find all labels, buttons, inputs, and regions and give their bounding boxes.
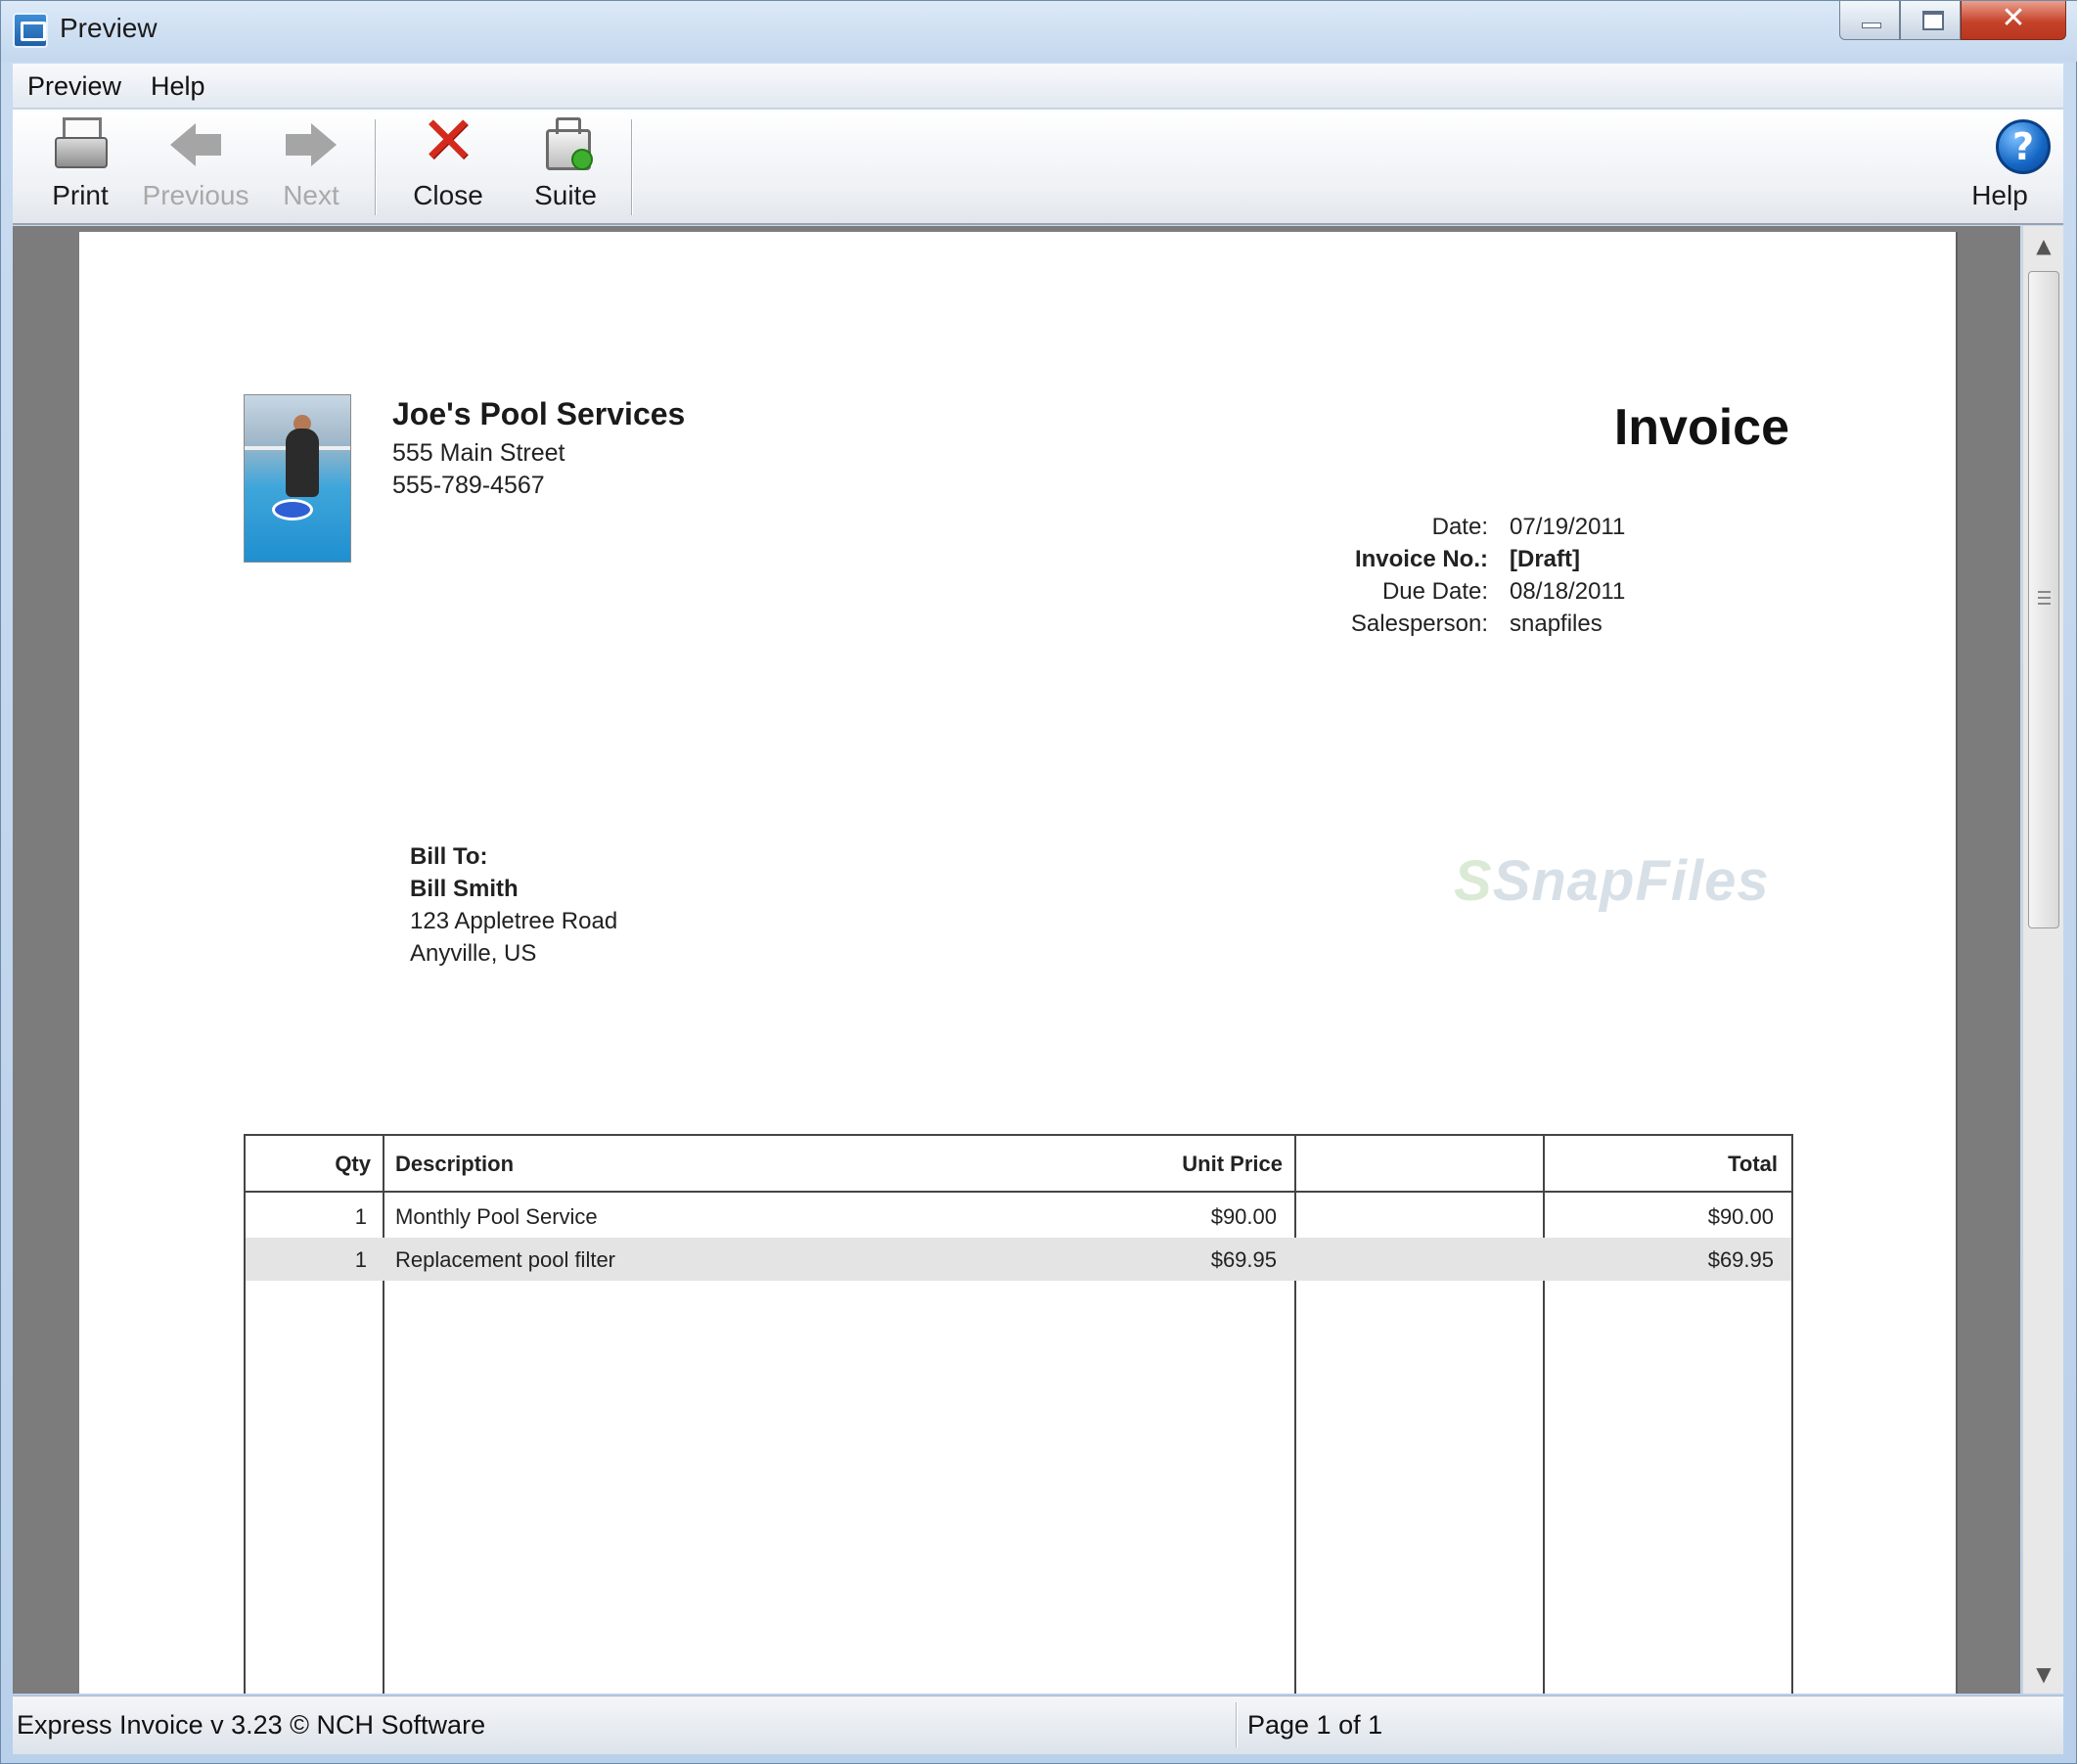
meta-value: snapfiles xyxy=(1510,611,1603,637)
cell-unit-price: $69.95 xyxy=(1210,1247,1277,1272)
scroll-thumb[interactable] xyxy=(2028,271,2059,928)
company-phone: 555-789-4567 xyxy=(392,472,545,499)
cell-unit-price: $90.00 xyxy=(1210,1204,1277,1229)
close-label: Close xyxy=(413,180,483,210)
close-button[interactable]: ✕ Close xyxy=(394,103,502,219)
invoice-meta: Date: 07/19/2011 Invoice No.: [Draft] Du… xyxy=(1253,514,1795,643)
next-label: Next xyxy=(283,180,339,210)
bill-to-name: Bill Smith xyxy=(410,876,519,902)
meta-row-invoice-no: Invoice No.: [Draft] xyxy=(1253,546,1795,578)
cell-description: Monthly Pool Service xyxy=(395,1204,598,1229)
header-qty: Qty xyxy=(335,1152,371,1176)
company-name: Joe's Pool Services xyxy=(392,396,686,431)
table-row: 1 Replacement pool filter $69.95 $69.95 xyxy=(246,1238,1791,1281)
arrow-right-icon xyxy=(282,115,340,174)
meta-row-date: Date: 07/19/2011 xyxy=(1253,514,1795,546)
window-close-button[interactable]: ✕ xyxy=(1961,1,2066,40)
print-label: Print xyxy=(52,180,109,210)
title-bar: Preview ✕ xyxy=(1,1,2077,62)
arrow-left-icon xyxy=(166,115,225,174)
company-logo-photo xyxy=(244,394,351,563)
briefcase-icon xyxy=(536,115,595,174)
previous-label: Previous xyxy=(142,180,249,210)
toolbar-separator xyxy=(631,119,633,215)
help-label: Help xyxy=(1971,180,2028,210)
menu-bar: Preview Help xyxy=(13,64,2063,109)
bill-to-heading: Bill To: xyxy=(410,843,488,870)
toolbar: Print Previous Next ✕ Close Suite ? Help xyxy=(13,103,2063,225)
meta-label: Salesperson: xyxy=(1350,611,1488,637)
app-icon xyxy=(13,13,48,48)
print-button[interactable]: Print xyxy=(26,115,134,219)
meta-value: 07/19/2011 xyxy=(1510,514,1626,540)
question-mark-icon: ? xyxy=(1970,115,2051,174)
line-items-table: Qty Description Unit Price Total 1 Month… xyxy=(244,1134,1793,1694)
meta-row-salesperson: Salesperson: snapfiles xyxy=(1253,611,1795,643)
status-divider xyxy=(1236,1702,1238,1747)
header-total: Total xyxy=(1728,1152,1778,1176)
minimize-button[interactable] xyxy=(1839,1,1900,40)
next-button[interactable]: Next xyxy=(257,115,365,219)
meta-value: 08/18/2011 xyxy=(1510,578,1626,605)
maximize-button[interactable] xyxy=(1900,1,1961,40)
header-description: Description xyxy=(395,1152,515,1176)
cell-qty: 1 xyxy=(354,1204,367,1229)
bill-to-address-line1: 123 Appletree Road xyxy=(410,908,618,934)
cell-total: $69.95 xyxy=(1707,1247,1774,1272)
cell-total: $90.00 xyxy=(1707,1204,1774,1229)
preview-window: Preview ✕ Preview Help Print Previous Ne… xyxy=(0,0,2077,1764)
meta-label: Date: xyxy=(1431,514,1488,540)
window-title: Preview xyxy=(60,13,158,43)
printer-icon xyxy=(51,115,110,174)
meta-value: [Draft] xyxy=(1510,546,1580,572)
menu-preview[interactable]: Preview xyxy=(13,65,136,108)
status-page-count: Page 1 of 1 xyxy=(1247,1710,1383,1740)
scroll-up-arrow-icon[interactable]: ▲ xyxy=(2023,226,2064,265)
vertical-scrollbar[interactable]: ▲ ▼ xyxy=(2022,226,2063,1694)
suite-button[interactable]: Suite xyxy=(512,115,619,219)
header-unit-price: Unit Price xyxy=(1182,1152,1283,1176)
bill-to-block: Bill To: Bill Smith 123 Appletree Road A… xyxy=(410,840,617,970)
help-button[interactable]: ? Help xyxy=(1946,115,2054,219)
cell-description: Replacement pool filter xyxy=(395,1247,616,1272)
bill-to-address-line2: Anyville, US xyxy=(410,940,537,967)
document-title: Invoice xyxy=(1613,399,1789,456)
previous-button[interactable]: Previous xyxy=(142,115,249,219)
table-header: Qty Description Unit Price Total xyxy=(246,1136,1791,1193)
status-app-version: Express Invoice v 3.23 © NCH Software xyxy=(17,1710,486,1740)
grip-icon xyxy=(2038,591,2051,605)
toolbar-separator xyxy=(375,119,377,215)
suite-label: Suite xyxy=(534,180,597,210)
preview-viewport[interactable]: Joe's Pool Services 555 Main Street 555-… xyxy=(13,226,2020,1694)
table-row: 1 Monthly Pool Service $90.00 $90.00 xyxy=(246,1195,1791,1238)
window-controls: ✕ xyxy=(1839,1,2066,42)
snapfiles-watermark: SSnapFiles xyxy=(1454,849,1770,913)
cell-qty: 1 xyxy=(354,1247,367,1272)
company-address: 555 Main Street xyxy=(392,439,565,467)
red-x-icon: ✕ xyxy=(420,103,476,180)
scroll-down-arrow-icon[interactable]: ▼ xyxy=(2023,1654,2064,1694)
meta-label: Due Date: xyxy=(1381,578,1488,605)
status-bar: Express Invoice v 3.23 © NCH Software Pa… xyxy=(13,1696,2063,1754)
meta-label: Invoice No.: xyxy=(1354,546,1488,572)
invoice-page: Joe's Pool Services 555 Main Street 555-… xyxy=(79,232,1956,1694)
meta-row-due-date: Due Date: 08/18/2011 xyxy=(1253,578,1795,611)
menu-help[interactable]: Help xyxy=(136,65,220,108)
